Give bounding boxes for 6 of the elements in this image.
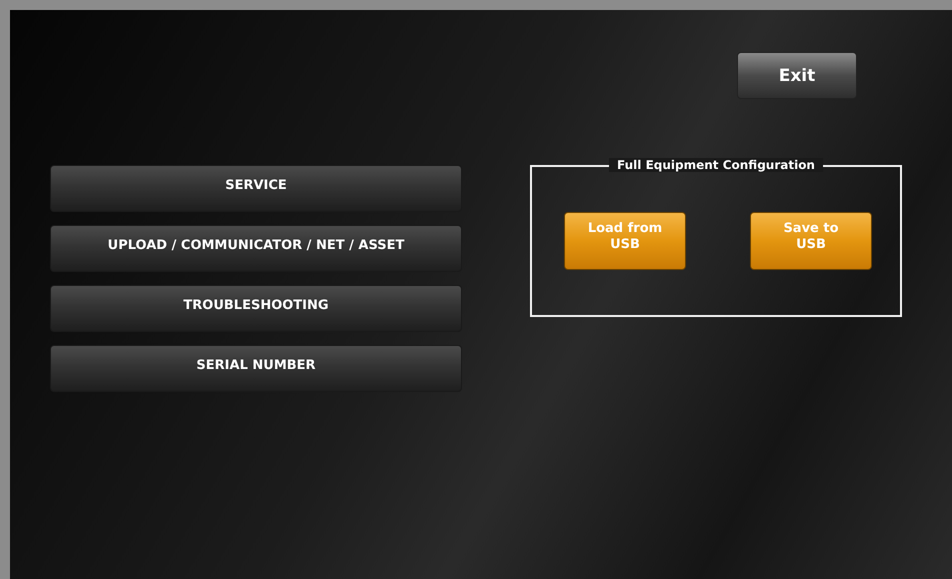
exit-button[interactable]: Exit (737, 52, 857, 99)
group-title: Full Equipment Configuration (609, 158, 823, 172)
menu-button[interactable]: SERVICE (50, 165, 462, 212)
menu-button[interactable]: SERIAL NUMBER (50, 345, 462, 392)
menu-button[interactable]: UPLOAD / COMMUNICATOR / NET / ASSET (50, 225, 462, 272)
menu-button[interactable]: TROUBLESHOOTING (50, 285, 462, 332)
